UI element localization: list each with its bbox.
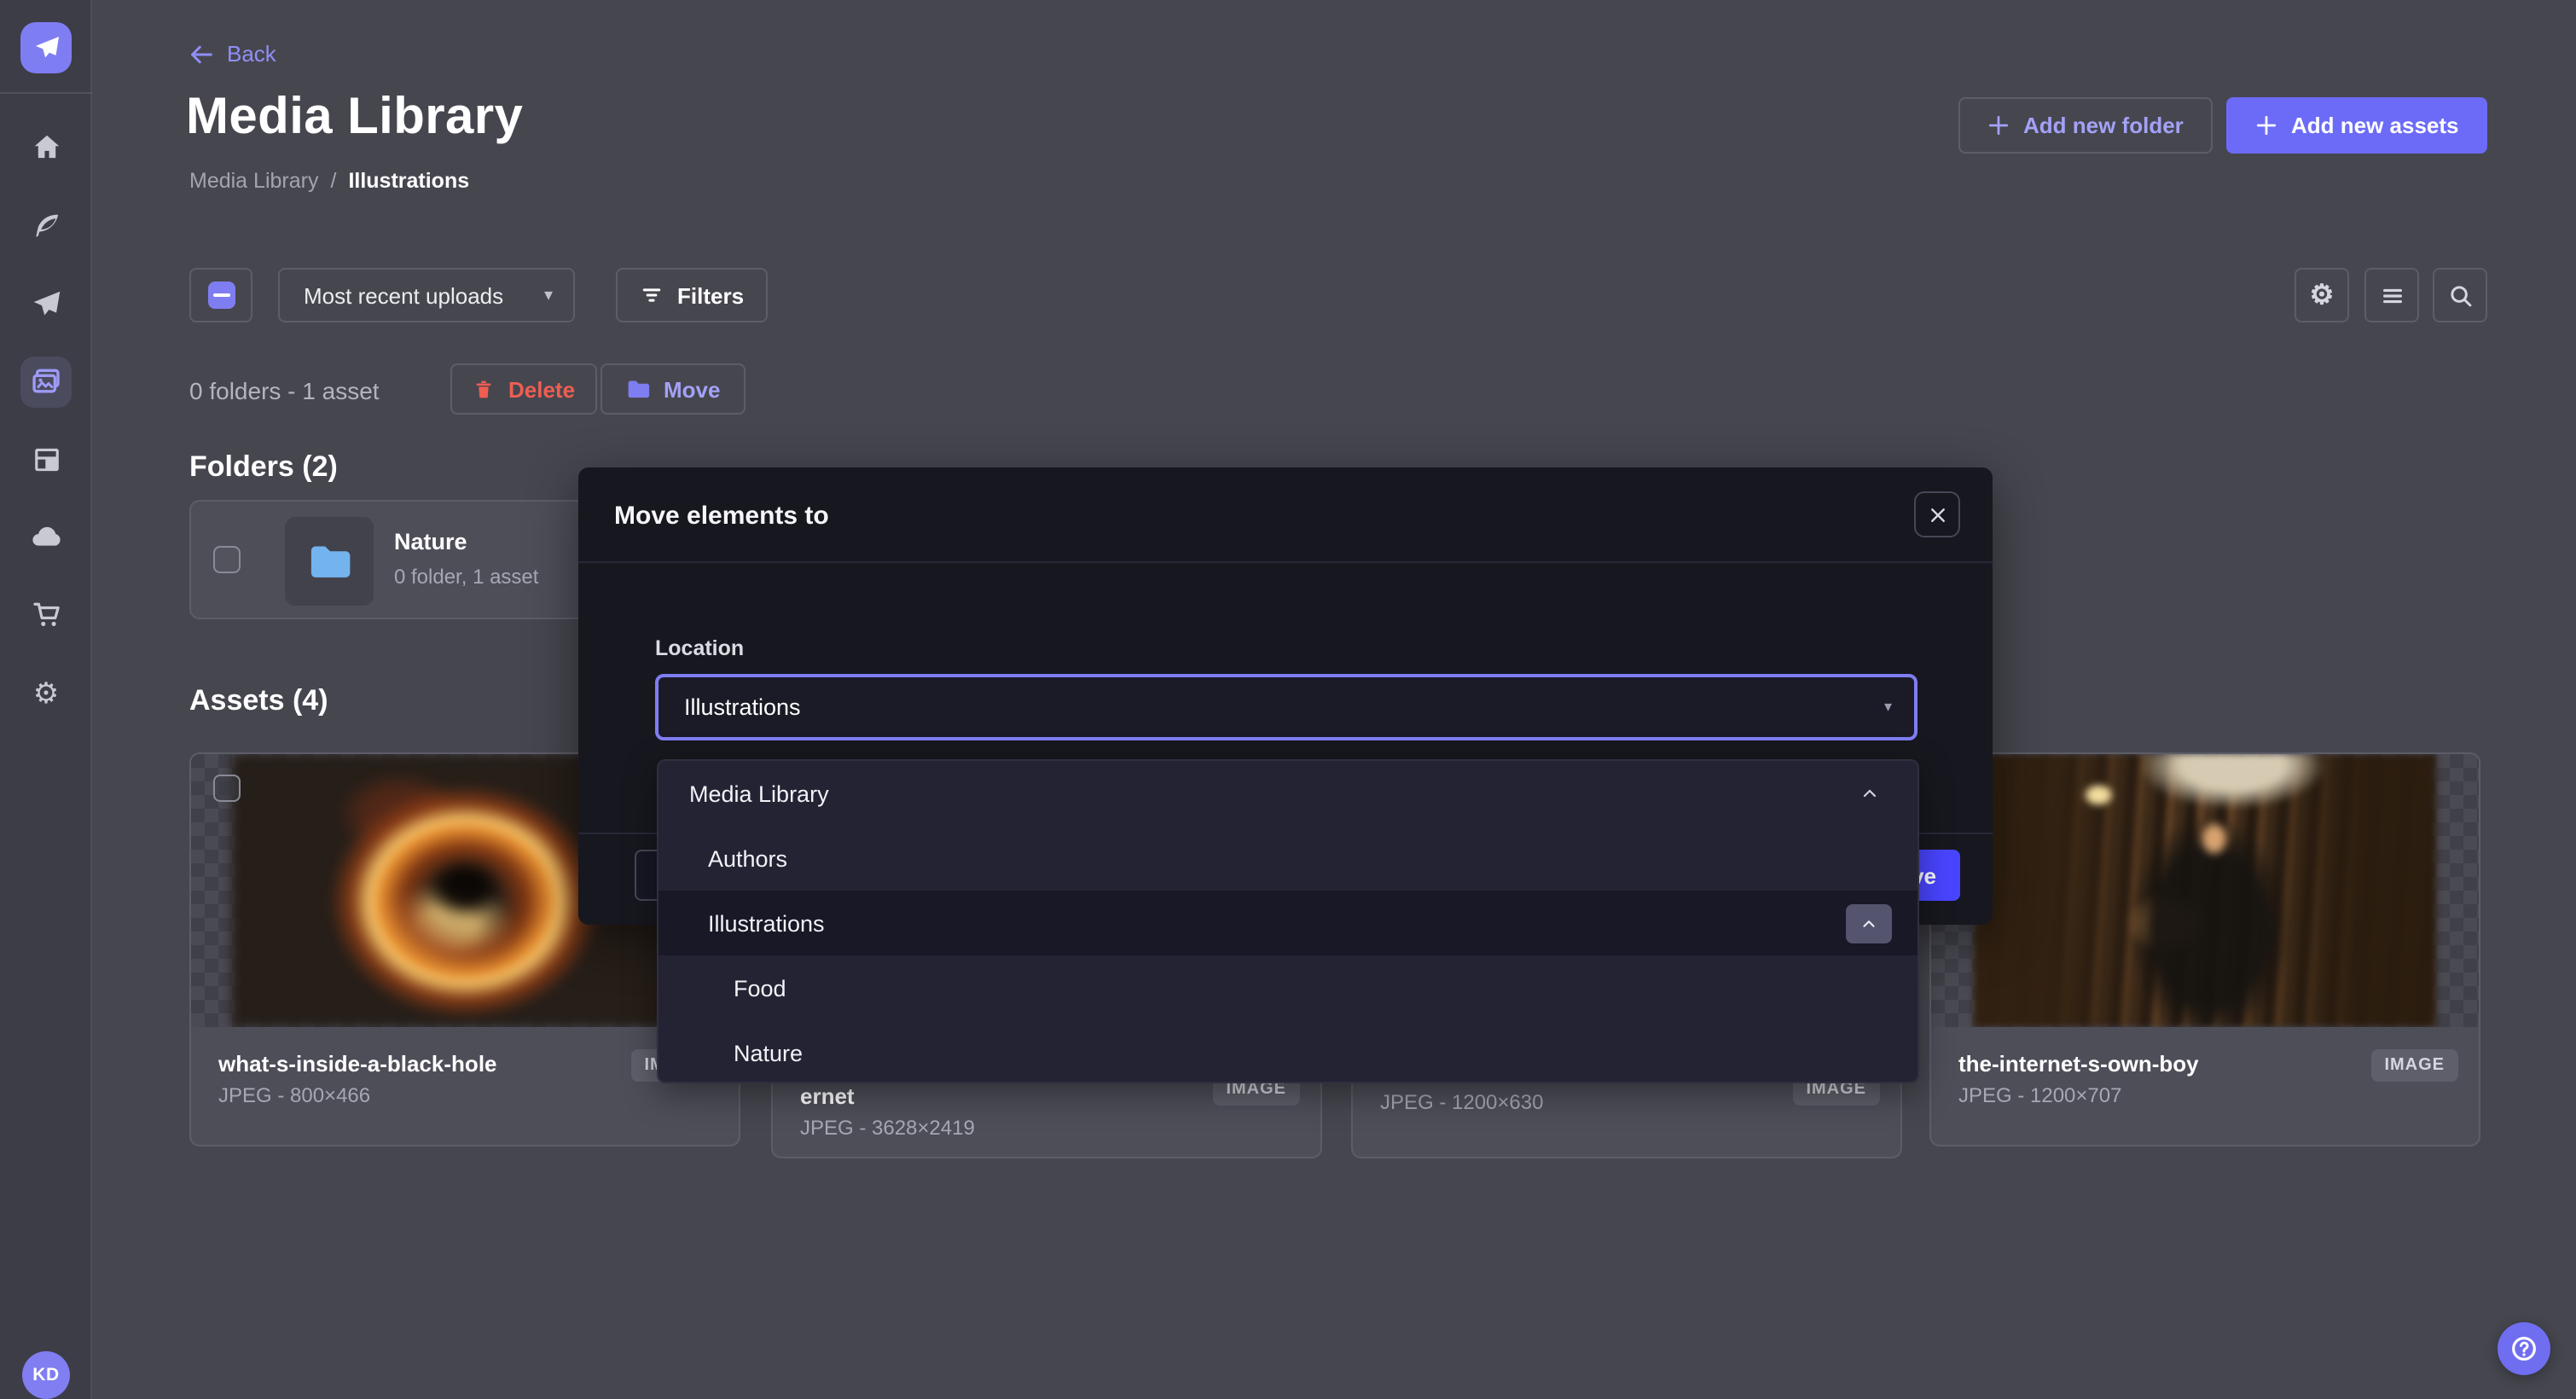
sidebar-item-settings[interactable]: ⚙	[0, 664, 92, 722]
sidebar-item-deploy[interactable]	[0, 508, 92, 566]
close-button[interactable]	[1914, 491, 1960, 537]
sidebar-item-home[interactable]	[0, 118, 92, 176]
sidebar-item-content-type-builder[interactable]	[0, 430, 92, 488]
close-icon	[1927, 504, 1947, 525]
dropdown-option-food[interactable]: Food	[659, 955, 1917, 1020]
option-label: Authors	[708, 845, 787, 871]
asset-type-badge: IMAGE	[2370, 1049, 2458, 1082]
folder-icon	[626, 377, 650, 401]
sidebar-item-releases[interactable]	[0, 275, 92, 333]
selection-summary: 0 folders - 1 asset	[189, 377, 380, 404]
gear-icon: ⚙	[20, 667, 72, 718]
add-new-folder-button[interactable]: Add new folder	[1958, 97, 2213, 154]
app-root: ⚙ KD Back Media Library Media Library / …	[0, 0, 2576, 1399]
filter-icon	[640, 283, 664, 307]
chevron-down-icon: ▾	[1884, 698, 1892, 717]
location-label: Location	[655, 636, 744, 660]
dropdown-option-illustrations[interactable]: Illustrations	[659, 891, 1917, 955]
delete-label: Delete	[508, 376, 575, 402]
assets-heading: Assets (4)	[189, 684, 328, 718]
option-label: Food	[734, 975, 786, 1001]
collapse-children-button[interactable]	[1846, 903, 1892, 943]
sort-select[interactable]: Most recent uploads ▾	[278, 268, 575, 322]
chevron-up-icon	[1859, 914, 1878, 932]
folder-tile	[285, 517, 374, 606]
paper-plane-icon	[33, 35, 59, 61]
strapi-logo[interactable]	[20, 22, 72, 73]
sidebar-item-media-library[interactable]	[0, 353, 92, 411]
folder-meta: 0 folder, 1 asset	[394, 565, 538, 589]
search-button[interactable]	[2433, 268, 2487, 322]
back-label: Back	[227, 41, 276, 67]
help-button[interactable]	[2498, 1322, 2550, 1375]
asset-meta: JPEG - 800×466	[218, 1083, 711, 1107]
option-label: Media Library	[689, 781, 829, 806]
add-new-assets-label: Add new assets	[2291, 113, 2459, 138]
breadcrumb-root[interactable]: Media Library	[189, 169, 318, 193]
asset-caption: the-internet-s-own-boy JPEG - 1200×707 I…	[1931, 1027, 2479, 1107]
folder-icon	[307, 539, 351, 583]
back-link[interactable]: Back	[189, 41, 276, 67]
dropdown-option-media-library[interactable]: Media Library	[659, 761, 1917, 826]
move-button[interactable]: Move	[600, 363, 746, 415]
select-all-checkbox[interactable]	[189, 268, 252, 322]
layout-icon	[20, 433, 72, 485]
avatar[interactable]: KD	[22, 1351, 70, 1399]
folders-heading: Folders (2)	[189, 450, 338, 485]
arrow-left-icon	[189, 42, 213, 66]
media-library-icon	[20, 357, 72, 408]
trash-icon	[473, 378, 495, 400]
sidebar-item-marketplace[interactable]	[0, 585, 92, 643]
add-new-assets-button[interactable]: Add new assets	[2226, 97, 2488, 154]
option-label: Nature	[734, 1040, 803, 1065]
delete-button[interactable]: Delete	[450, 363, 597, 415]
cloud-icon	[20, 512, 72, 563]
plus-icon	[2255, 114, 2277, 136]
filters-button[interactable]: Filters	[616, 268, 768, 322]
list-view-button[interactable]	[2364, 268, 2419, 322]
dropdown-option-authors[interactable]: Authors	[659, 826, 1917, 891]
breadcrumb-separator: /	[330, 169, 336, 193]
filters-label: Filters	[677, 282, 744, 308]
avatar-initials: KD	[32, 1365, 60, 1385]
location-dropdown: Media Library Authors Illustrations Food…	[657, 759, 1919, 1083]
library-photo	[1974, 754, 2436, 1027]
dialog-header: Move elements to	[578, 467, 1993, 563]
home-icon	[20, 121, 72, 172]
move-label: Move	[664, 376, 720, 402]
send-icon	[20, 278, 72, 329]
location-combobox[interactable]: Illustrations ▾	[655, 674, 1917, 740]
asset-checkbox[interactable]	[213, 775, 241, 802]
sort-select-value: Most recent uploads	[304, 282, 503, 308]
asset-card[interactable]: the-internet-s-own-boy JPEG - 1200×707 I…	[1929, 752, 2480, 1146]
option-label: Illustrations	[708, 910, 825, 936]
folder-checkbox[interactable]	[213, 546, 241, 573]
feather-icon	[20, 200, 72, 251]
indeterminate-checkbox-icon	[207, 282, 235, 309]
question-circle-icon	[2509, 1334, 2538, 1363]
sidebar-divider	[0, 92, 92, 94]
dialog-title: Move elements to	[614, 502, 829, 531]
location-value: Illustrations	[684, 694, 801, 720]
breadcrumb: Media Library / Illustrations	[189, 169, 469, 193]
list-icon	[2379, 282, 2405, 308]
plus-icon	[1987, 114, 2010, 136]
add-new-folder-label: Add new folder	[2023, 113, 2184, 138]
view-settings-button[interactable]: ⚙	[2295, 268, 2349, 322]
gear-icon: ⚙	[2310, 278, 2335, 312]
sidebar-item-content[interactable]	[0, 196, 92, 254]
page-title: Media Library	[186, 89, 523, 147]
cart-icon	[20, 589, 72, 640]
asset-meta: JPEG - 3628×2419	[800, 1116, 1293, 1140]
breadcrumb-current: Illustrations	[348, 169, 469, 193]
chevron-down-icon: ▾	[544, 286, 553, 305]
asset-thumbnail	[1931, 754, 2479, 1027]
asset-meta: JPEG - 1200×707	[1958, 1083, 2451, 1107]
search-icon	[2447, 282, 2473, 308]
dropdown-option-nature[interactable]: Nature	[659, 1020, 1917, 1083]
sidebar: ⚙ KD	[0, 0, 92, 1399]
folder-name: Nature	[394, 529, 467, 554]
chevron-up-icon	[1859, 783, 1880, 804]
